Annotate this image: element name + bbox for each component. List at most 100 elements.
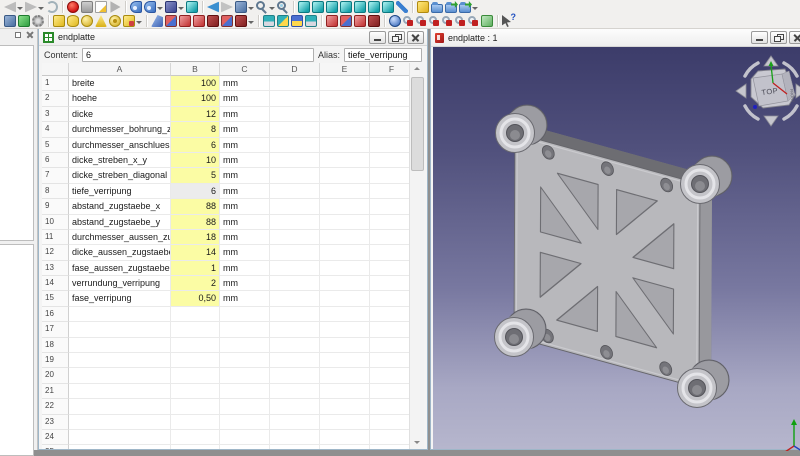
macro-record-icon[interactable] [66,1,80,13]
view-right-icon[interactable] [339,1,353,13]
cell-C23[interactable] [220,414,270,430]
part-mirror-icon[interactable] [178,15,192,27]
defeaturing-3-icon[interactable] [441,15,454,27]
view-top-icon[interactable] [325,1,339,13]
cell-F8[interactable] [370,184,410,200]
cell-C5[interactable]: mm [220,137,270,153]
column-header-E[interactable]: E [320,63,370,76]
row-header-4[interactable]: 4 [42,122,69,138]
section-plane-icon[interactable] [290,15,304,27]
cell-D16[interactable] [270,306,320,323]
cell-C10[interactable]: mm [220,214,270,230]
cell-A3[interactable]: dicke [69,106,171,123]
cell-A7[interactable]: dicke_streben_diagonal [69,168,171,184]
cell-F16[interactable] [370,307,410,323]
row-header-7[interactable]: 7 [42,168,69,184]
cell-E22[interactable] [320,399,370,415]
cell-E16[interactable] [320,306,370,323]
cell-D5[interactable] [270,137,320,153]
cell-C22[interactable] [220,399,270,415]
property-panel[interactable] [0,244,34,456]
row-header-17[interactable]: 17 [42,322,69,338]
cell-F24[interactable] [370,430,410,446]
open-folder-icon[interactable] [430,1,444,13]
cell-C24[interactable] [220,429,270,446]
view-rear-icon[interactable] [353,1,367,13]
vertical-scrollbar[interactable] [409,63,424,449]
cell-B3[interactable]: 12 [171,106,220,123]
row-header-24[interactable]: 24 [42,429,69,446]
cell-E7[interactable] [320,168,370,184]
close-button[interactable] [789,31,800,44]
cad-model-plate[interactable] [494,104,733,408]
3d-scene[interactable]: TOP FRONT [433,47,800,451]
cell-D4[interactable] [270,122,320,138]
nav-rotate-br[interactable] [782,104,799,121]
cell-A5[interactable]: durchmesser_anschluesse [69,137,171,153]
row-header-6[interactable]: 6 [42,152,69,169]
scrollbar-thumb[interactable] [411,77,424,171]
cell-F18[interactable] [370,338,410,354]
cell-D9[interactable] [270,199,320,215]
cell-B12[interactable]: 14 [171,245,220,261]
cell-E8[interactable] [320,183,370,200]
boolean-common-icon[interactable] [367,15,381,27]
cell-A23[interactable] [69,414,171,430]
row-header-5[interactable]: 5 [42,137,69,153]
cell-F3[interactable] [370,107,410,123]
row-header-1[interactable]: 1 [42,76,69,92]
cell-F15[interactable] [370,291,410,307]
cell-E21[interactable] [320,383,370,400]
cell-A15[interactable]: fase_verripung [69,291,171,307]
part-cylinder-icon[interactable] [66,15,80,27]
cell-D11[interactable] [270,229,320,246]
zoom-icon[interactable] [255,1,276,13]
nav-arrow-down[interactable] [763,115,779,127]
part-chamfer-icon[interactable] [220,15,234,27]
make-sub-link-icon[interactable] [143,1,164,13]
row-header-9[interactable]: 9 [42,199,69,215]
shape-from-mesh-icon[interactable] [388,15,402,27]
cell-D1[interactable] [270,76,320,92]
cell-C2[interactable]: mm [220,91,270,107]
cell-C17[interactable] [220,322,270,338]
cell-D13[interactable] [270,260,320,277]
part-cone-icon[interactable] [94,15,108,27]
cell-F1[interactable] [370,76,410,92]
cell-B22[interactable] [171,399,220,415]
cell-D10[interactable] [270,214,320,230]
cell-E9[interactable] [320,199,370,215]
cell-E1[interactable] [320,76,370,92]
cell-A24[interactable] [69,429,171,446]
row-header-3[interactable]: 3 [42,106,69,123]
cell-B14[interactable]: 2 [171,276,220,292]
cell-E14[interactable] [320,276,370,292]
cell-C8[interactable]: mm [220,183,270,200]
column-header-B[interactable]: B [171,63,220,76]
cell-A13[interactable]: fase_aussen_zugstaebe [69,260,171,277]
row-header-15[interactable]: 15 [42,291,69,307]
cell-B6[interactable]: 10 [171,152,220,169]
cell-F17[interactable] [370,322,410,338]
cell-D21[interactable] [270,383,320,400]
cell-D25[interactable] [270,445,320,449]
cell-C7[interactable]: mm [220,168,270,184]
settings-icon[interactable] [31,15,45,27]
cell-D17[interactable] [270,322,320,338]
cell-E6[interactable] [320,152,370,169]
cell-C20[interactable] [220,368,270,384]
cell-E11[interactable] [320,229,370,246]
navigation-cube[interactable]: TOP FRONT [735,55,800,127]
cell-A22[interactable] [69,399,171,415]
cell-B25[interactable] [171,445,220,449]
row-header-14[interactable]: 14 [42,276,69,292]
row-header-10[interactable]: 10 [42,214,69,230]
nav-arrow-right[interactable] [795,83,800,99]
cell-F21[interactable] [370,384,410,400]
cell-E24[interactable] [320,429,370,446]
cell-F2[interactable] [370,91,410,107]
scroll-up-icon[interactable] [410,63,424,76]
section-thickness-icon[interactable] [276,15,290,27]
cell-E25[interactable] [320,445,370,449]
cell-A16[interactable] [69,306,171,323]
